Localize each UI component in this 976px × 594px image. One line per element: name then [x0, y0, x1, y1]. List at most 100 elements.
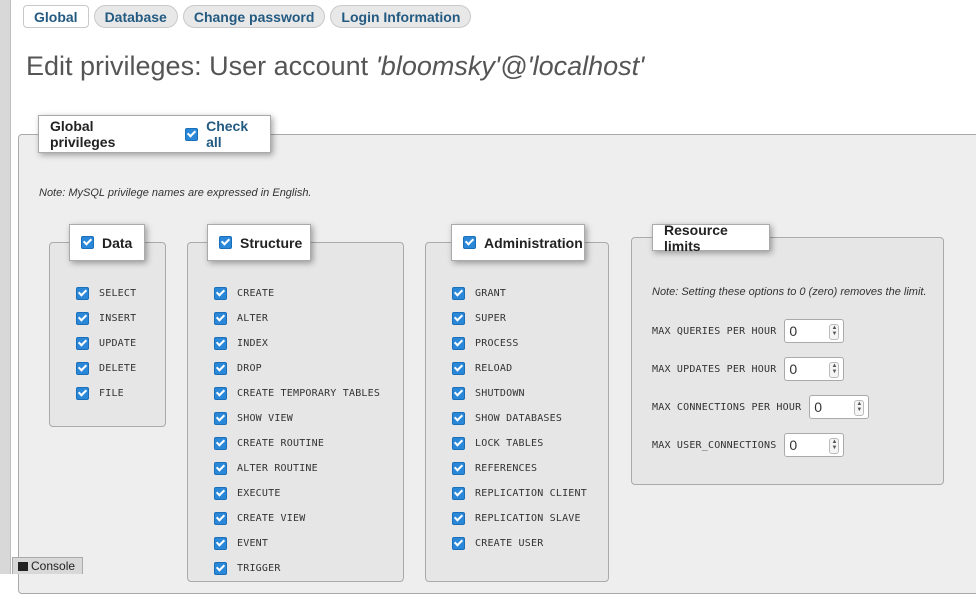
privilege-label: RELOAD — [475, 363, 513, 374]
privilege-item[interactable]: SELECT — [76, 281, 136, 306]
max-connections-value[interactable]: 0 — [814, 399, 822, 415]
privilege-item[interactable]: CREATE VIEW — [214, 506, 380, 531]
privilege-checkbox[interactable] — [452, 487, 465, 500]
privilege-label: ALTER ROUTINE — [237, 463, 318, 474]
privilege-item[interactable]: REPLICATION CLIENT — [452, 481, 587, 506]
privilege-item[interactable]: FILE — [76, 381, 136, 406]
privilege-item[interactable]: RELOAD — [452, 356, 587, 381]
privilege-item[interactable]: DELETE — [76, 356, 136, 381]
max-connections-input[interactable]: 0 ▲ ▼ — [809, 395, 870, 419]
check-all-toggle[interactable]: Check all — [185, 118, 259, 150]
privilege-item[interactable]: ALTER — [214, 306, 380, 331]
privilege-checkbox[interactable] — [214, 562, 227, 575]
privilege-item[interactable]: CREATE USER — [452, 531, 587, 556]
privilege-item[interactable]: CREATE TEMPORARY TABLES — [214, 381, 380, 406]
privilege-checkbox[interactable] — [452, 512, 465, 525]
max-connections-row: MAX CONNECTIONS PER HOUR 0 ▲ ▼ — [652, 395, 870, 419]
privilege-checkbox[interactable] — [214, 462, 227, 475]
privilege-checkbox[interactable] — [452, 537, 465, 550]
structure-legend: Structure — [207, 224, 311, 261]
data-group-checkbox[interactable] — [81, 236, 94, 249]
privilege-label: CREATE — [237, 288, 275, 299]
privilege-item[interactable]: SUPER — [452, 306, 587, 331]
privilege-item[interactable]: SHOW VIEW — [214, 406, 380, 431]
privilege-checkbox[interactable] — [452, 387, 465, 400]
structure-group-checkbox[interactable] — [219, 236, 232, 249]
max-updates-value[interactable]: 0 — [789, 361, 797, 377]
max-user-connections-input[interactable]: 0 ▲ ▼ — [784, 433, 845, 457]
max-updates-row: MAX UPDATES PER HOUR 0 ▲ ▼ — [652, 357, 845, 381]
privilege-item[interactable]: UPDATE — [76, 331, 136, 356]
privilege-item[interactable]: REFERENCES — [452, 456, 587, 481]
tab-global[interactable]: Global — [23, 5, 89, 28]
max-queries-input[interactable]: 0 ▲ ▼ — [784, 319, 845, 343]
privilege-names-note: Note: MySQL privilege names are expresse… — [39, 187, 312, 199]
privilege-checkbox[interactable] — [76, 362, 89, 375]
privilege-checkbox[interactable] — [214, 537, 227, 550]
privilege-checkbox[interactable] — [214, 412, 227, 425]
user-account-name: 'bloomsky'@'localhost' — [375, 51, 645, 81]
administration-privilege-list: GRANT SUPER PROCESS RELOAD SHUTDOWN SHOW DATA… — [452, 281, 587, 556]
spinner-icon[interactable]: ▲ ▼ — [829, 362, 840, 378]
privilege-checkbox[interactable] — [76, 387, 89, 400]
privilege-item[interactable]: ALTER ROUTINE — [214, 456, 380, 481]
privilege-checkbox[interactable] — [214, 437, 227, 450]
privilege-checkbox[interactable] — [452, 362, 465, 375]
privilege-label: REFERENCES — [475, 463, 538, 474]
privilege-item[interactable]: CREATE ROUTINE — [214, 431, 380, 456]
privilege-item[interactable]: REPLICATION SLAVE — [452, 506, 587, 531]
privilege-checkbox[interactable] — [452, 462, 465, 475]
check-all-label[interactable]: Check all — [206, 118, 259, 150]
privilege-item[interactable]: TRIGGER — [214, 556, 380, 581]
privilege-checkbox[interactable] — [214, 512, 227, 525]
privilege-checkbox[interactable] — [214, 287, 227, 300]
check-all-checkbox[interactable] — [185, 127, 199, 141]
max-user-connections-value[interactable]: 0 — [789, 437, 797, 453]
privilege-checkbox[interactable] — [452, 437, 465, 450]
privilege-checkbox[interactable] — [76, 337, 89, 350]
privilege-checkbox[interactable] — [452, 412, 465, 425]
tab-change-password[interactable]: Change password — [182, 5, 326, 28]
privilege-checkbox[interactable] — [214, 312, 227, 325]
privilege-checkbox[interactable] — [214, 387, 227, 400]
privilege-label: UPDATE — [99, 338, 137, 349]
tab-database[interactable]: Database — [93, 5, 178, 28]
privilege-label: EXECUTE — [237, 488, 281, 499]
privilege-label: PROCESS — [475, 338, 519, 349]
privilege-checkbox[interactable] — [76, 312, 89, 325]
tab-login-information[interactable]: Login Information — [330, 5, 472, 28]
max-updates-input[interactable]: 0 ▲ ▼ — [784, 357, 845, 381]
spinner-icon[interactable]: ▲ ▼ — [854, 400, 865, 416]
spinner-icon[interactable]: ▲ ▼ — [829, 438, 840, 454]
privilege-checkbox[interactable] — [452, 337, 465, 350]
privilege-item[interactable]: SHUTDOWN — [452, 381, 587, 406]
privilege-label: SHOW DATABASES — [475, 413, 563, 424]
privilege-item[interactable]: DROP — [214, 356, 380, 381]
privilege-checkbox[interactable] — [214, 487, 227, 500]
privilege-checkbox[interactable] — [452, 287, 465, 300]
privilege-label: SUPER — [475, 313, 507, 324]
privilege-item[interactable]: INSERT — [76, 306, 136, 331]
privilege-label: SHUTDOWN — [475, 388, 525, 399]
privilege-checkbox[interactable] — [452, 312, 465, 325]
privilege-item[interactable]: CREATE — [214, 281, 380, 306]
privilege-label: REPLICATION CLIENT — [475, 488, 587, 499]
privilege-checkbox[interactable] — [214, 337, 227, 350]
privilege-checkbox[interactable] — [76, 287, 89, 300]
max-queries-value[interactable]: 0 — [789, 323, 797, 339]
privilege-item[interactable]: LOCK TABLES — [452, 431, 587, 456]
console-toggle[interactable]: Console — [12, 557, 83, 574]
console-label[interactable]: Console — [31, 559, 75, 573]
privilege-item[interactable]: SHOW DATABASES — [452, 406, 587, 431]
privilege-checkbox[interactable] — [214, 362, 227, 375]
privilege-item[interactable]: EVENT — [214, 531, 380, 556]
privilege-item[interactable]: INDEX — [214, 331, 380, 356]
spinner-icon[interactable]: ▲ ▼ — [829, 324, 840, 340]
resource-limits-title: Resource limits — [664, 221, 728, 254]
privilege-item[interactable]: GRANT — [452, 281, 587, 306]
privilege-label: LOCK TABLES — [475, 438, 544, 449]
privilege-item[interactable]: EXECUTE — [214, 481, 380, 506]
administration-group-checkbox[interactable] — [463, 236, 476, 249]
privilege-item[interactable]: PROCESS — [452, 331, 587, 356]
structure-privilege-list: CREATE ALTER INDEX DROP CREATE TEMPORARY TAB… — [214, 281, 380, 581]
